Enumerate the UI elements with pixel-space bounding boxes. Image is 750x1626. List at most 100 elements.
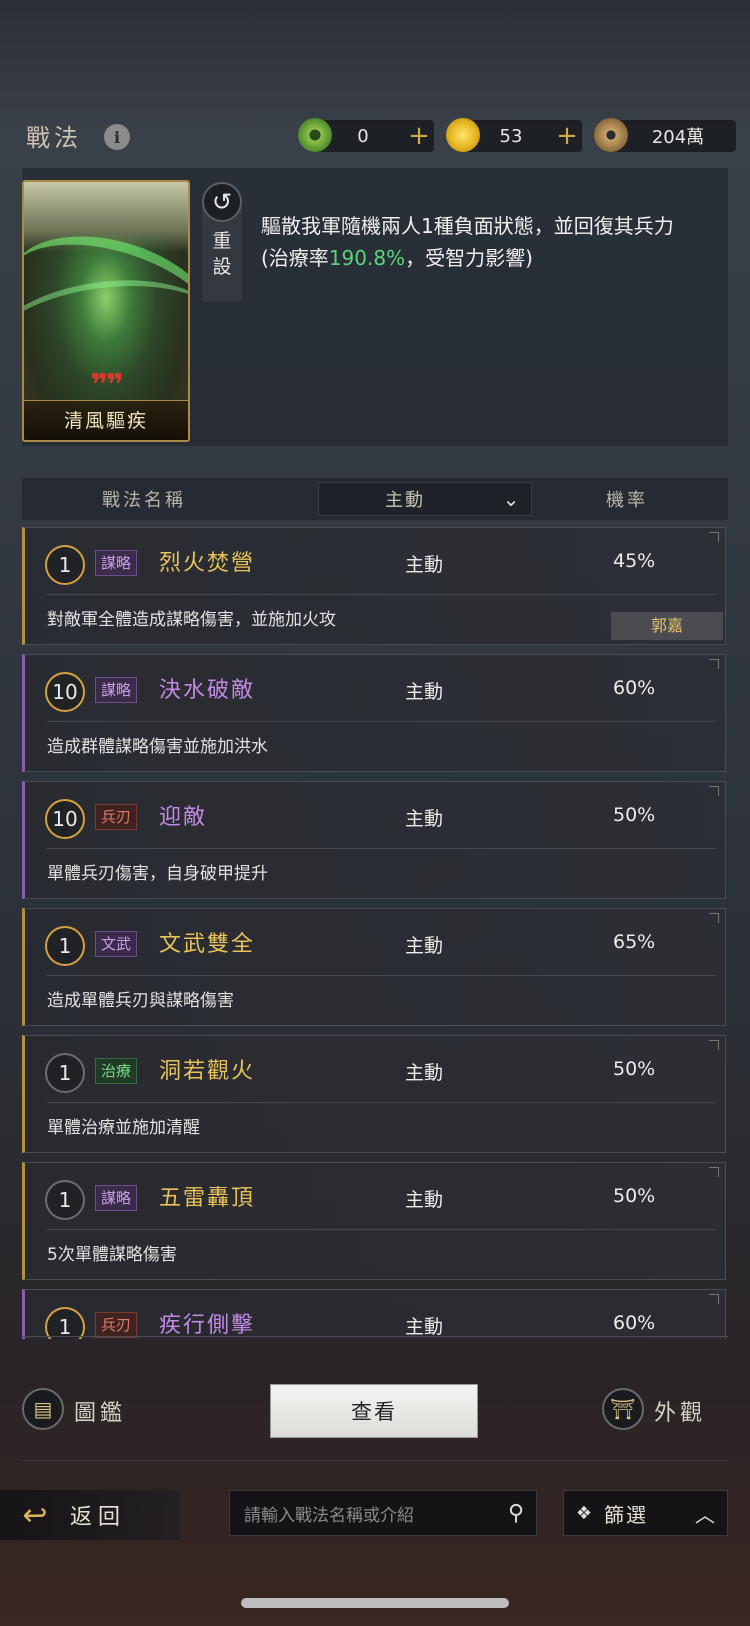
divider bbox=[47, 1102, 715, 1103]
corner-ornament bbox=[709, 1040, 719, 1050]
skill-row[interactable]: 10 謀略 決水破敵 主動 60% 造成群體謀略傷害並施加洪水 bbox=[22, 654, 726, 772]
codex-label[interactable]: 圖鑑 bbox=[74, 1395, 126, 1427]
reset-button[interactable]: ↺ 重設 bbox=[202, 182, 242, 302]
level-badge: 1 bbox=[45, 926, 85, 966]
divider bbox=[47, 848, 715, 849]
info-icon[interactable]: i bbox=[104, 124, 130, 150]
filter-button[interactable]: ❖ 篩選 ︿ bbox=[563, 1490, 728, 1536]
jade-resource: 0 + bbox=[298, 118, 434, 152]
skill-rate: 50% bbox=[613, 1058, 656, 1080]
gold-resource: 53 + bbox=[446, 118, 582, 152]
skill-desc: 造成單體兵刃與謀略傷害 bbox=[47, 991, 234, 1011]
skill-row[interactable]: 1 謀略 烈火焚營 主動 45% 對敵軍全體造成謀略傷害，並施加火攻 郭嘉 bbox=[22, 527, 726, 645]
divider bbox=[47, 721, 715, 722]
gold-add-button[interactable]: + bbox=[552, 122, 582, 150]
copper-resource: 204萬 bbox=[594, 118, 736, 152]
skill-rate: 60% bbox=[613, 1312, 656, 1334]
jade-coin-icon bbox=[298, 118, 332, 152]
appearance-icon[interactable]: ⛩ bbox=[602, 1388, 644, 1430]
search-input[interactable]: 請輸入戰法名稱或介紹 ⚲ bbox=[229, 1490, 537, 1536]
chevron-up-icon: ︿ bbox=[695, 1502, 715, 1527]
skill-tag: 謀略 bbox=[95, 1185, 138, 1211]
skill-type: 主動 bbox=[405, 935, 444, 957]
search-placeholder: 請輸入戰法名稱或介紹 bbox=[244, 1505, 414, 1526]
skill-name: 洞若觀火 bbox=[159, 1059, 256, 1084]
skill-rate: 65% bbox=[613, 931, 656, 953]
skill-type: 主動 bbox=[405, 554, 444, 576]
skill-rate: 60% bbox=[613, 677, 656, 699]
skill-type: 主動 bbox=[405, 1189, 444, 1211]
heal-rate-value: 190.8% bbox=[328, 246, 406, 270]
level-badge: 10 bbox=[45, 799, 85, 839]
chevron-down-icon: ⌄ bbox=[502, 487, 520, 511]
skill-desc: 單體兵刃傷害，自身破甲提升 bbox=[47, 864, 268, 884]
corner-ornament bbox=[709, 786, 719, 796]
reset-label: 重設 bbox=[212, 230, 232, 278]
skill-row[interactable]: 1 文武 文武雙全 主動 65% 造成單體兵刃與謀略傷害 bbox=[22, 908, 726, 1026]
divider bbox=[22, 1460, 728, 1461]
filter-label: 篩選 bbox=[604, 1502, 648, 1527]
skill-card[interactable]: ❞❞ 清風驅疾 bbox=[22, 180, 190, 442]
view-button[interactable]: 查看 bbox=[270, 1384, 478, 1438]
corner-ornament bbox=[709, 1167, 719, 1177]
skill-rate: 50% bbox=[613, 804, 656, 826]
back-label: 返回 bbox=[70, 1505, 127, 1530]
jade-add-button[interactable]: + bbox=[404, 122, 434, 150]
skill-desc: 單體治療並施加清醒 bbox=[47, 1118, 200, 1138]
level-badge: 1 bbox=[45, 545, 85, 585]
corner-ornament bbox=[709, 913, 719, 923]
skill-row[interactable]: 1 兵刃 疾行側擊 主動 60% bbox=[22, 1289, 726, 1339]
skill-desc: 5次單體謀略傷害 bbox=[47, 1245, 177, 1265]
back-button[interactable]: ↩ 返回 bbox=[0, 1490, 180, 1540]
skill-tag: 兵刃 bbox=[95, 804, 138, 830]
type-filter-value: 主動 bbox=[385, 490, 425, 511]
skill-row[interactable]: 1 謀略 五雷轟頂 主動 50% 5次單體謀略傷害 bbox=[22, 1162, 726, 1280]
skill-type: 主動 bbox=[405, 681, 444, 703]
skill-name: 五雷轟頂 bbox=[159, 1186, 256, 1211]
col-skill-name: 戰法名稱 bbox=[102, 490, 186, 511]
skill-row[interactable]: 1 治療 洞若觀火 主動 50% 單體治療並施加清醒 bbox=[22, 1035, 726, 1153]
skill-name: 迎敵 bbox=[159, 805, 208, 830]
corner-ornament bbox=[709, 1294, 719, 1304]
owner-badge: 郭嘉 bbox=[611, 612, 723, 640]
skill-card-name: 清風驅疾 bbox=[24, 400, 188, 440]
level-badge: 10 bbox=[45, 672, 85, 712]
skill-name: 文武雙全 bbox=[159, 932, 256, 957]
col-rate: 機率 bbox=[606, 490, 648, 511]
back-arrow-icon: ↩ bbox=[22, 1497, 48, 1533]
skill-tag: 文武 bbox=[95, 931, 138, 957]
skill-tag: 謀略 bbox=[95, 677, 138, 703]
skill-tag: 謀略 bbox=[95, 550, 138, 576]
divider bbox=[47, 1229, 715, 1230]
corner-ornament bbox=[709, 659, 719, 669]
skill-type: 主動 bbox=[405, 1316, 444, 1338]
divider bbox=[47, 975, 715, 976]
divider bbox=[47, 594, 715, 595]
skill-rate: 45% bbox=[613, 550, 656, 572]
search-icon[interactable]: ⚲ bbox=[496, 1501, 536, 1526]
skill-name: 烈火焚營 bbox=[159, 551, 256, 576]
skill-desc: 造成群體謀略傷害並施加洪水 bbox=[47, 737, 268, 757]
appearance-label[interactable]: 外觀 bbox=[654, 1395, 706, 1427]
level-badge: 1 bbox=[45, 1180, 85, 1220]
skill-list[interactable]: 1 謀略 烈火焚營 主動 45% 對敵軍全體造成謀略傷害，並施加火攻 郭嘉 10… bbox=[22, 527, 728, 1339]
desc-text: ，受智力影響) bbox=[405, 246, 533, 270]
skill-tag: 兵刃 bbox=[95, 1312, 138, 1338]
skill-row[interactable]: 10 兵刃 迎敵 主動 50% 單體兵刃傷害，自身破甲提升 bbox=[22, 781, 726, 899]
skill-type: 主動 bbox=[405, 808, 444, 830]
skill-desc: 對敵軍全體造成謀略傷害，並施加火攻 bbox=[47, 610, 336, 630]
skill-type: 主動 bbox=[405, 1062, 444, 1084]
level-badge: 1 bbox=[45, 1307, 85, 1339]
quote-icon: ❞❞ bbox=[90, 368, 123, 403]
list-header: 戰法名稱 主動 ⌄ 機率 bbox=[22, 478, 728, 520]
page-title: 戰法 bbox=[26, 124, 82, 152]
skill-tag: 治療 bbox=[95, 1058, 138, 1084]
skill-rate: 50% bbox=[613, 1185, 656, 1207]
home-indicator[interactable] bbox=[241, 1598, 509, 1608]
reset-icon: ↺ bbox=[202, 182, 242, 222]
skill-name: 疾行側擊 bbox=[159, 1313, 256, 1338]
type-filter-dropdown[interactable]: 主動 ⌄ bbox=[318, 482, 532, 516]
codex-icon[interactable]: ▤ bbox=[22, 1388, 64, 1430]
corner-ornament bbox=[709, 532, 719, 542]
divider bbox=[22, 1336, 728, 1337]
